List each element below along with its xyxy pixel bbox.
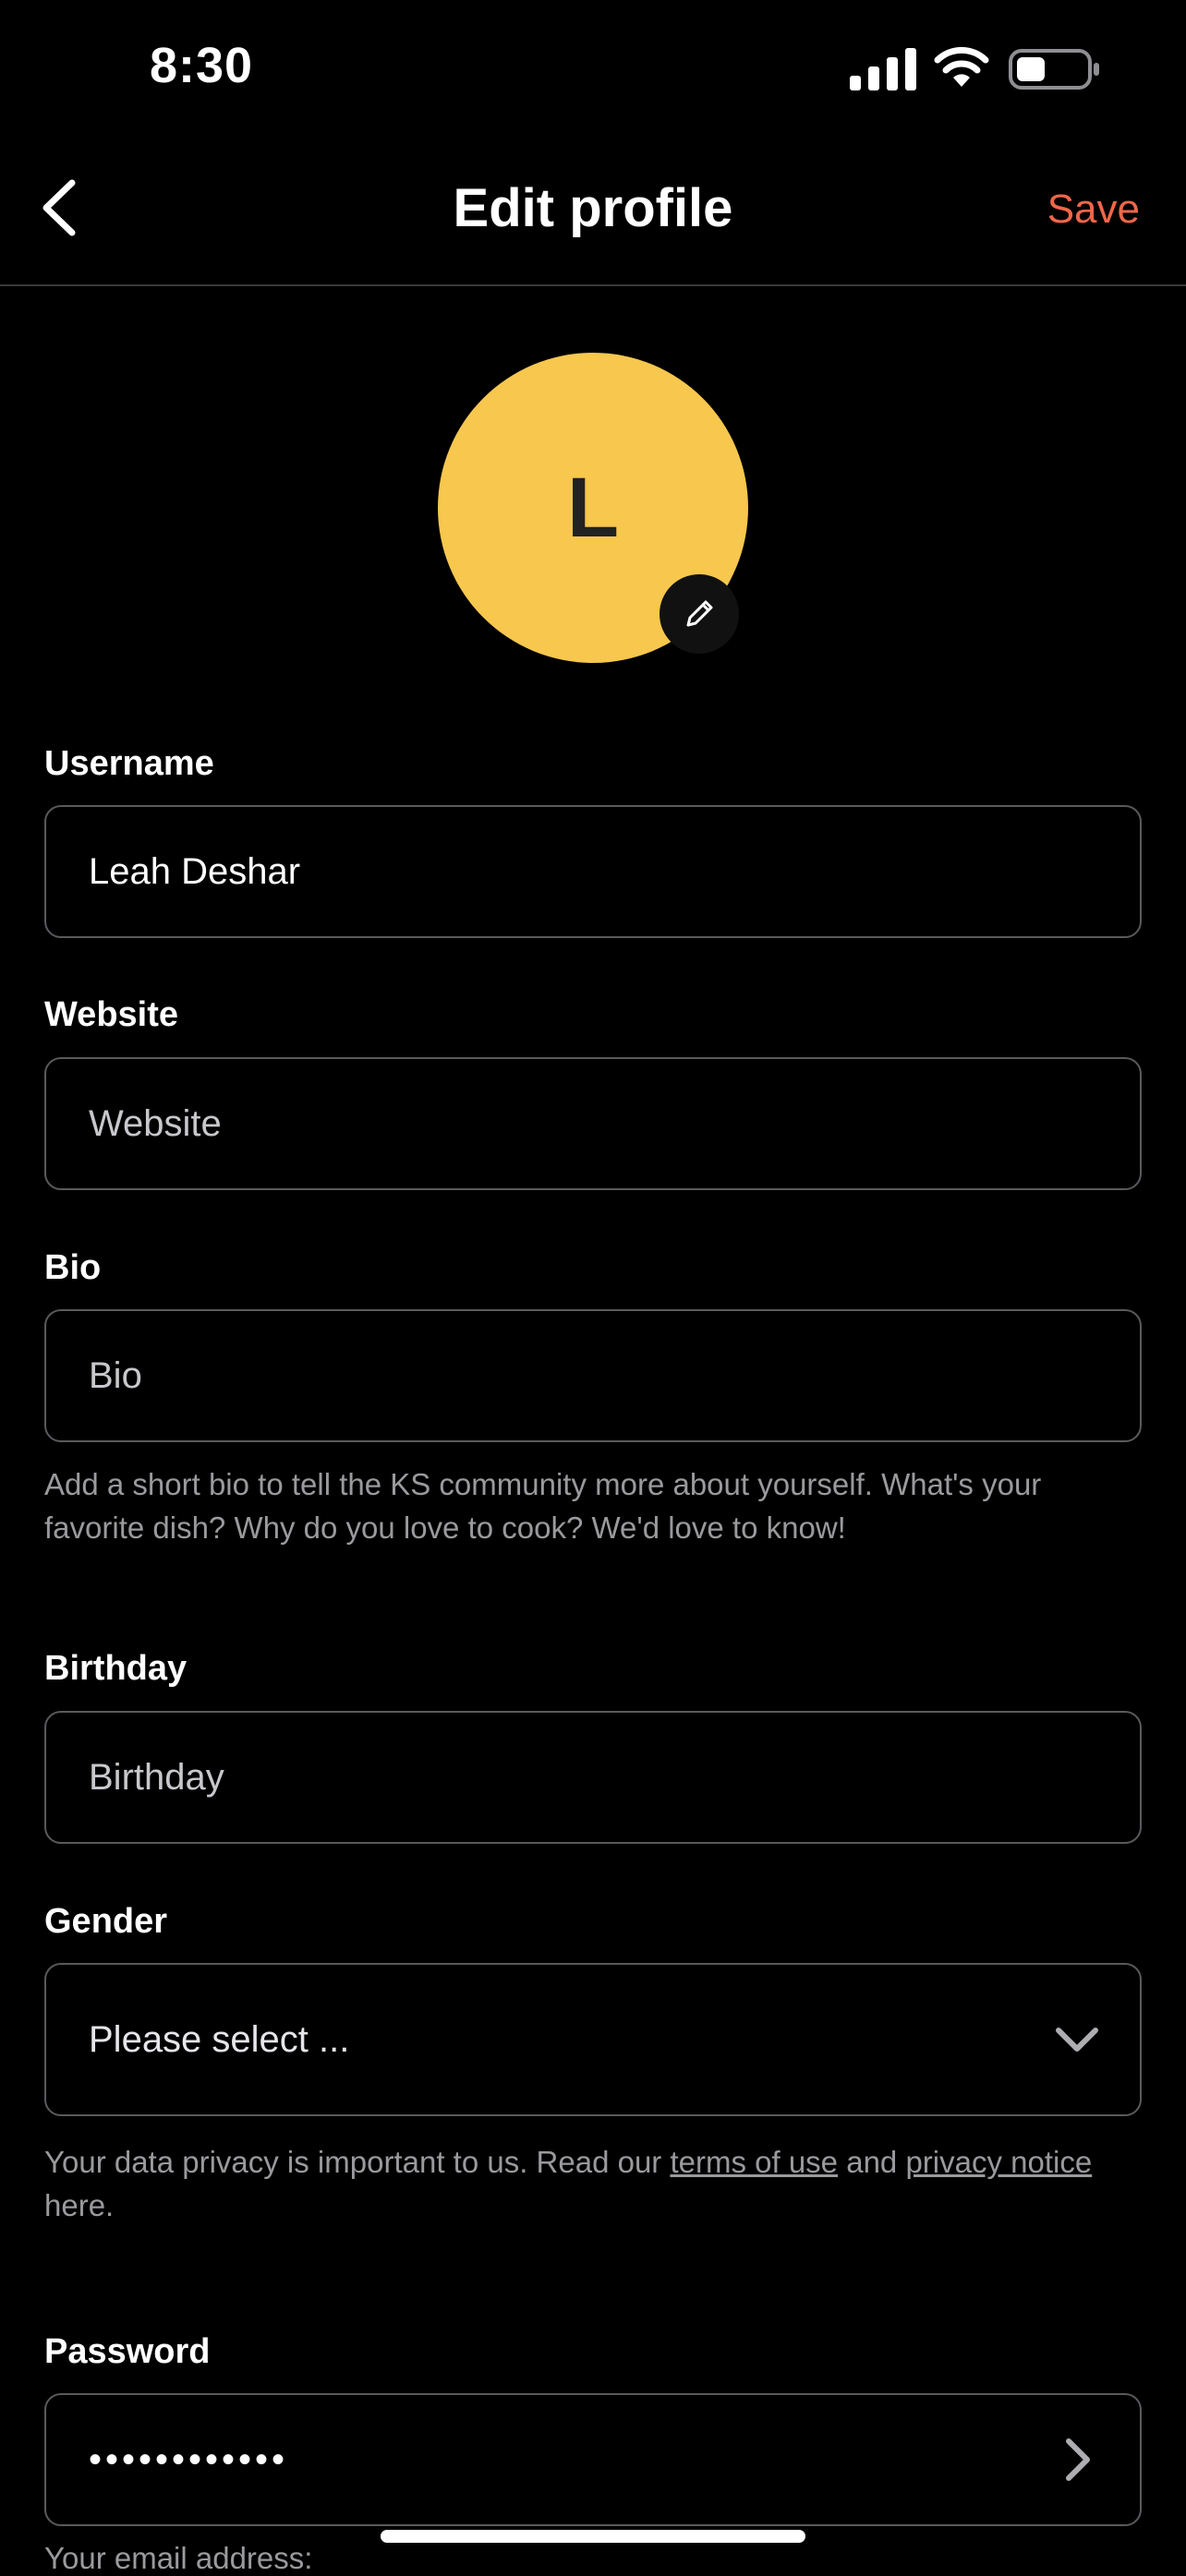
website-label: Website [44, 995, 179, 1034]
privacy-notice-link[interactable]: privacy notice [905, 2145, 1092, 2179]
bio-helper-text: Add a short bio to tell the KS community… [44, 1467, 1042, 1545]
username-field[interactable] [44, 805, 1142, 938]
password-value: •••••••••••• [89, 2438, 289, 2480]
email-hint: Your email address: [44, 2541, 313, 2575]
privacy-notice: Your data privacy is important to us. Re… [44, 2140, 1142, 2227]
privacy-suffix: here. [44, 2188, 115, 2222]
status-time: 8:30 [150, 38, 254, 93]
gender-select[interactable]: Please select ... [44, 1963, 1142, 2116]
password-field[interactable]: •••••••••••• [44, 2393, 1142, 2526]
home-indicator [381, 2530, 805, 2543]
birthday-field[interactable] [44, 1711, 1142, 1844]
website-field[interactable] [44, 1057, 1142, 1190]
birthday-label: Birthday [44, 1649, 188, 1688]
edit-avatar-button[interactable] [660, 574, 739, 654]
password-label: Password [44, 2332, 211, 2371]
birthday-input[interactable] [89, 1713, 1086, 1842]
username-label: Username [44, 744, 214, 783]
privacy-middle: and [838, 2145, 906, 2179]
status-bar: 8:30 [0, 0, 1186, 138]
chevron-down-icon [1056, 2028, 1098, 2052]
bio-input[interactable] [89, 1311, 1086, 1440]
save-button[interactable]: Save [1047, 187, 1140, 233]
chevron-right-icon [1066, 2438, 1090, 2481]
website-input[interactable] [89, 1059, 1086, 1188]
page-title: Edit profile [453, 178, 733, 238]
bio-label: Bio [44, 1248, 102, 1287]
cellular-signal-icon [850, 48, 916, 90]
avatar-initial: L [566, 460, 620, 555]
pencil-icon [686, 600, 713, 627]
bio-field[interactable] [44, 1309, 1142, 1442]
gender-label: Gender [44, 1902, 168, 1941]
battery-icon [1009, 49, 1099, 90]
wifi-icon [934, 46, 989, 87]
terms-of-use-link[interactable]: terms of use [670, 2145, 838, 2179]
privacy-prefix: Your data privacy is important to us. Re… [44, 2145, 671, 2179]
gender-selected-value: Please select ... [89, 2018, 350, 2060]
username-input[interactable] [89, 807, 1086, 936]
nav-bar: Edit profile Save [0, 138, 1186, 286]
